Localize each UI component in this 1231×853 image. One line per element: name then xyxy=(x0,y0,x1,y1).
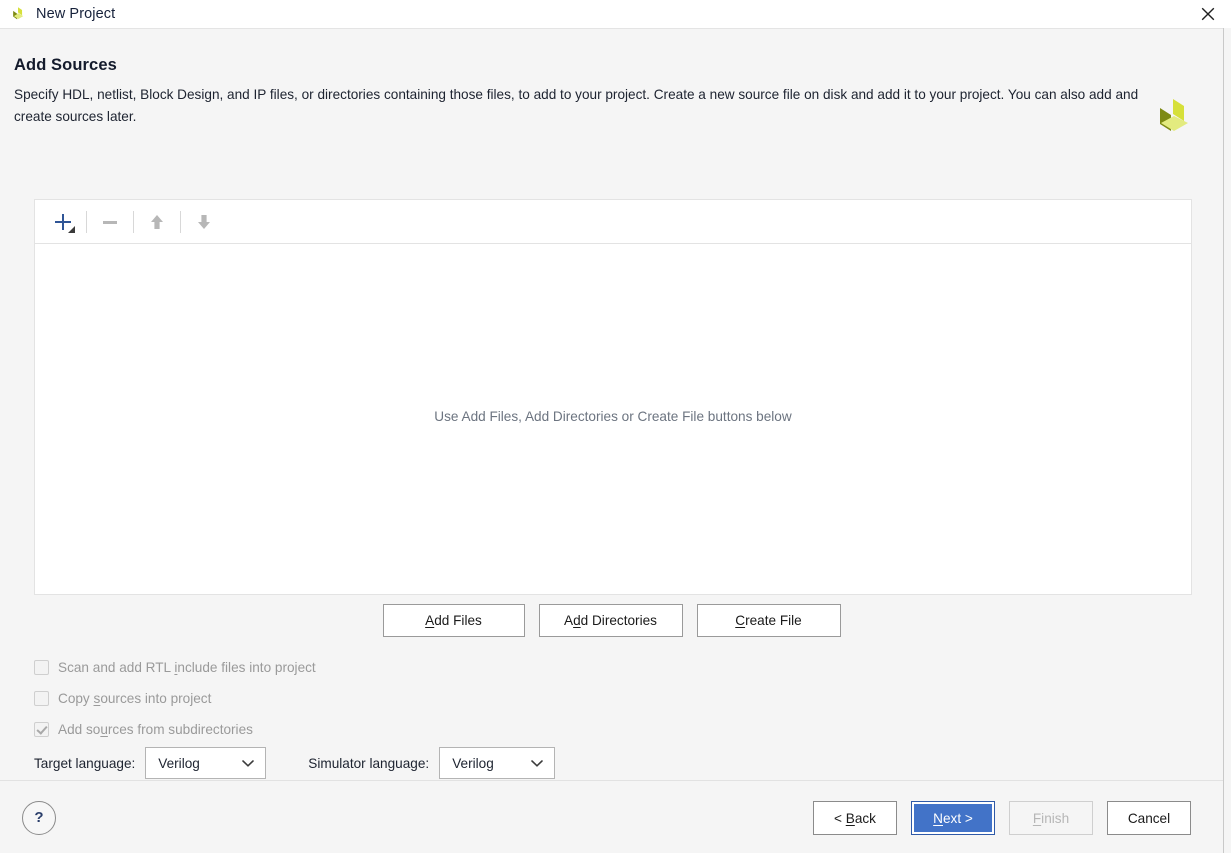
checkbox-box xyxy=(34,659,49,675)
title-bar-left: New Project xyxy=(0,6,115,23)
create-file-button[interactable]: Create File xyxy=(696,604,841,637)
back-button[interactable]: < Back xyxy=(813,801,897,835)
chevron-down-icon xyxy=(531,756,544,771)
scan-rtl-include-checkbox[interactable]: Scan and add RTL include files into proj… xyxy=(34,656,316,678)
page-title: Add Sources xyxy=(14,56,117,74)
target-language-value: Verilog xyxy=(158,755,200,771)
create-file-label: Create File xyxy=(735,613,802,628)
page-header: Add Sources Specify HDL, netlist, Block … xyxy=(14,56,1144,128)
move-up-button[interactable] xyxy=(139,207,175,237)
page-description: Specify HDL, netlist, Block Design, and … xyxy=(14,87,1139,124)
title-bar: New Project xyxy=(0,0,1231,28)
add-subdirectories-checkbox[interactable]: Add sources from subdirectories xyxy=(34,718,316,740)
next-label: Next > xyxy=(933,810,973,826)
finish-label: Finish xyxy=(1032,810,1070,826)
move-down-button[interactable] xyxy=(186,207,222,237)
toolbar-separator xyxy=(180,210,181,233)
finish-button[interactable]: Finish xyxy=(1009,801,1093,835)
toolbar-separator xyxy=(86,210,87,233)
scan-rtl-include-label: Scan and add RTL include files into proj… xyxy=(58,659,316,675)
footer-separator xyxy=(0,780,1223,781)
checkbox-box xyxy=(34,721,49,737)
brand-logo-icon xyxy=(1151,97,1195,139)
wizard-navigation: < Back Next > Finish Cancel xyxy=(813,801,1191,835)
minus-icon xyxy=(100,212,120,232)
dropdown-triangle-icon xyxy=(68,225,75,233)
simulator-language-label: Simulator language: xyxy=(308,755,430,771)
question-mark-icon: ? xyxy=(34,809,44,826)
arrow-down-icon xyxy=(194,212,214,232)
remove-button[interactable] xyxy=(92,207,128,237)
simulator-language-value: Verilog xyxy=(452,755,494,771)
copy-sources-checkbox[interactable]: Copy sources into project xyxy=(34,687,316,709)
back-label: < Back xyxy=(834,810,876,826)
add-subdirectories-label: Add sources from subdirectories xyxy=(58,721,253,737)
add-files-label: Add Files xyxy=(425,613,482,628)
cancel-label: Cancel xyxy=(1127,810,1171,826)
language-row: Target language: Verilog Simulator langu… xyxy=(34,747,556,779)
next-button[interactable]: Next > xyxy=(911,801,995,835)
dialog-right-edge xyxy=(1223,28,1231,853)
sources-toolbar xyxy=(35,200,1191,244)
simulator-language-select[interactable]: Verilog xyxy=(439,747,556,779)
help-button[interactable]: ? xyxy=(22,801,56,835)
target-language-label: Target language: xyxy=(34,755,136,771)
arrow-up-icon xyxy=(147,212,167,232)
dialog-body: Add Sources Specify HDL, netlist, Block … xyxy=(0,28,1223,853)
chevron-down-icon xyxy=(242,756,255,771)
add-directories-label: Add Directories xyxy=(564,613,657,628)
cancel-button[interactable]: Cancel xyxy=(1107,801,1191,835)
source-action-buttons: Add Files Add Directories Create File xyxy=(0,604,1223,637)
xilinx-logo-icon xyxy=(9,6,27,23)
window-title: New Project xyxy=(36,6,116,22)
toolbar-separator xyxy=(133,210,134,233)
close-button[interactable] xyxy=(1185,0,1231,28)
sources-panel: Use Add Files, Add Directories or Create… xyxy=(34,199,1192,595)
sources-list[interactable]: Use Add Files, Add Directories or Create… xyxy=(35,244,1191,594)
checkbox-box xyxy=(34,690,49,706)
close-icon xyxy=(1201,7,1215,21)
add-button[interactable] xyxy=(45,207,81,237)
new-project-dialog: New Project Add Sources Specify HDL, net… xyxy=(0,0,1231,853)
add-directories-button[interactable]: Add Directories xyxy=(538,604,683,637)
add-files-button[interactable]: Add Files xyxy=(382,604,525,637)
copy-sources-label: Copy sources into project xyxy=(58,690,212,706)
sources-empty-message: Use Add Files, Add Directories or Create… xyxy=(434,408,792,424)
source-options: Scan and add RTL include files into proj… xyxy=(34,656,316,749)
target-language-select[interactable]: Verilog xyxy=(145,747,267,779)
